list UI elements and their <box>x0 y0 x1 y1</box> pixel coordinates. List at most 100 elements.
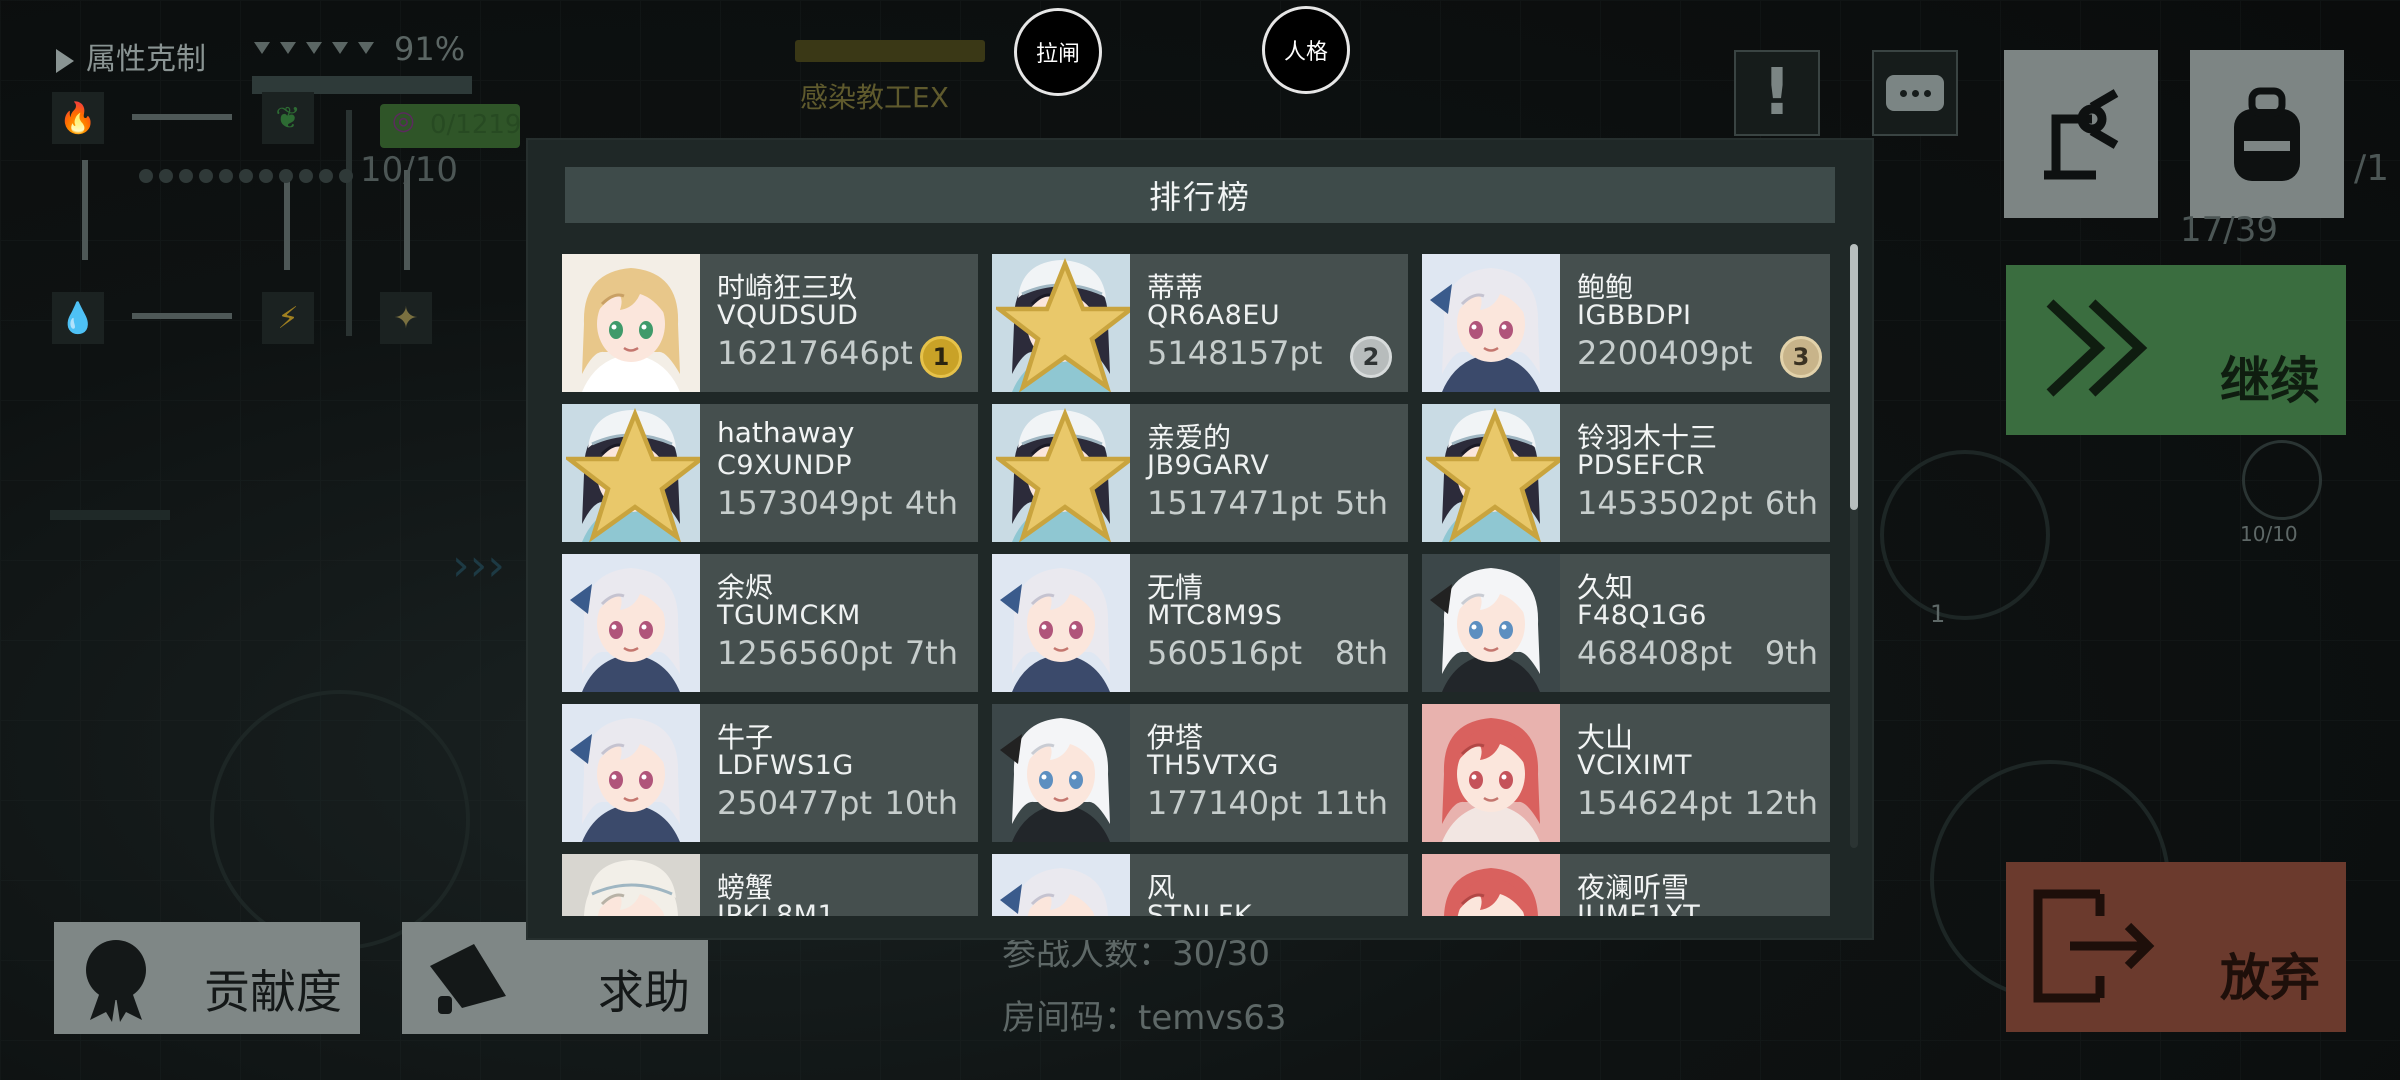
lazha-button[interactable]: 拉闸 <box>1014 8 1102 96</box>
attribute-arrows-icon <box>252 38 382 58</box>
player-avatar <box>1422 254 1560 392</box>
roomcode-value: temvs63 <box>1138 998 1287 1038</box>
player-rank: 11th <box>1314 784 1388 822</box>
mana-label: 0/1219 <box>430 110 522 140</box>
leaderboard-entry[interactable]: 风 STNLFK <box>992 854 1408 916</box>
player-points: 2200409pt <box>1577 334 1753 372</box>
leaderboard-entry[interactable]: 蒂蒂 QR6A8EU 5148157pt 2 <box>992 254 1408 392</box>
alert-button[interactable]: ! <box>1734 50 1820 136</box>
player-code: TH5VTXG <box>1147 750 1279 781</box>
rank-medal-icon: 3 <box>1780 336 1822 378</box>
chat-button[interactable] <box>1872 50 1958 136</box>
player-rank: 5th <box>1334 484 1388 522</box>
exit-icon <box>2033 889 2155 1003</box>
forward-arrows-icon: ››› <box>452 540 505 591</box>
quit-label: 放弃 <box>2220 949 2320 1007</box>
player-code: VQUDSUD <box>717 300 859 331</box>
water-icon: 💧 <box>52 292 104 344</box>
leaderboard-entry[interactable]: 亲爱的 JB9GARV 1517471pt 5th <box>992 404 1408 542</box>
joystick-ring <box>210 690 470 950</box>
rank-medal-icon: 1 <box>920 336 962 378</box>
leaderboard-entry[interactable]: 无情 MTC8M9S 560516pt 8th <box>992 554 1408 692</box>
leaderboard-entry[interactable]: hathaway C9XUNDP 1573049pt 4th <box>562 404 978 542</box>
leaderboard-entry[interactable]: 时崎狂三玖 VQUDSUD 16217646pt 1 <box>562 254 978 392</box>
scrollbar-thumb[interactable] <box>1850 244 1858 510</box>
star-badge-icon <box>996 258 1130 392</box>
player-avatar <box>562 854 700 916</box>
leaf-icon: ❦ <box>262 92 314 144</box>
stage-progress-bar <box>795 40 985 62</box>
divider-line <box>346 110 352 336</box>
facility-button[interactable] <box>2004 50 2158 218</box>
player-avatar <box>562 404 700 542</box>
player-code: VCIXIMT <box>1577 750 1693 781</box>
player-avatar <box>992 254 1130 392</box>
quit-button[interactable]: 放弃 <box>2006 862 2346 1032</box>
leaderboard-entry[interactable]: 鲍鲍 IGBBDPI 2200409pt 3 <box>1422 254 1830 392</box>
hud-counter: 1 <box>1930 600 1946 628</box>
star-badge-icon <box>1426 408 1560 542</box>
skill-ring-small <box>1880 450 2050 620</box>
player-points: 1573049pt <box>717 484 893 522</box>
player-avatar <box>992 404 1130 542</box>
sparkle-icon: ✦ <box>380 292 432 344</box>
arrow-line <box>132 114 232 120</box>
continue-label: 继续 <box>2220 352 2320 410</box>
contribution-button[interactable]: 贡献度 <box>54 922 360 1034</box>
room-code-info: 房间码：temvs63 <box>1002 990 1286 1039</box>
arrow-line <box>284 170 290 270</box>
player-code: QR6A8EU <box>1147 300 1281 331</box>
player-points: 468408pt <box>1577 634 1733 672</box>
edge-counter: /1 <box>2354 148 2390 189</box>
player-code: STNLFK <box>1147 900 1253 916</box>
player-code: IGBBDPI <box>1577 300 1692 331</box>
player-code: MTC8M9S <box>1147 600 1283 631</box>
player-avatar <box>992 704 1130 842</box>
player-rank: 8th <box>1334 634 1388 672</box>
leaderboard-entry[interactable]: 夜澜听雪 IUME1XT <box>1422 854 1830 916</box>
player-points: 1517471pt <box>1147 484 1323 522</box>
player-name: hathaway <box>717 416 855 449</box>
player-avatar <box>1422 854 1560 916</box>
leaderboard-list[interactable]: 时崎狂三玖 VQUDSUD 16217646pt 1 蒂蒂 QR6A8EU 5148157p… <box>562 254 1830 916</box>
leaderboard-entry[interactable]: 牛子 LDFWS1G 250477pt 10th <box>562 704 978 842</box>
leaderboard-entry[interactable]: 余烬 TGUMCKM 1256560pt 7th <box>562 554 978 692</box>
player-avatar <box>1422 404 1560 542</box>
player-avatar <box>992 854 1130 916</box>
participants-value: 30/30 <box>1172 934 1270 974</box>
leaderboard-entry[interactable]: 铃羽木十三 PDSEFCR 1453502pt 6th <box>1422 404 1830 542</box>
contribution-label: 贡献度 <box>204 965 342 1019</box>
player-points: 1256560pt <box>717 634 893 672</box>
help-button[interactable]: 求助 <box>402 922 708 1034</box>
player-code: PDSEFCR <box>1577 450 1705 481</box>
leaderboard-entry[interactable]: 久知 F48Q1G6 468408pt 9th <box>1422 554 1830 692</box>
backpack-button[interactable] <box>2190 50 2344 218</box>
player-rank: 12th <box>1744 784 1818 822</box>
background-bar <box>50 510 170 520</box>
continue-button[interactable]: 继续 <box>2006 265 2346 435</box>
lightning-icon: ⚡ <box>262 292 314 344</box>
arrow-line <box>132 313 232 319</box>
ribbon-badge-icon <box>86 940 146 1022</box>
leaderboard-entry[interactable]: 伊塔 TH5VTXG 177140pt 11th <box>992 704 1408 842</box>
leaderboard-title: 排行榜 <box>565 167 1835 223</box>
exclamation-icon: ! <box>1762 56 1792 130</box>
personality-button[interactable]: 人格 <box>1262 6 1350 94</box>
player-avatar <box>992 554 1130 692</box>
hud-counter: 17/39 <box>2180 210 2278 250</box>
hp-percent: 91% <box>394 30 466 68</box>
player-avatar <box>1422 704 1560 842</box>
player-rank: 4th <box>904 484 958 522</box>
player-avatar <box>562 704 700 842</box>
player-code: IUME1XT <box>1577 900 1701 916</box>
player-code: LDFWS1G <box>717 750 854 781</box>
player-code: TGUMCKM <box>717 600 861 631</box>
player-avatar <box>1422 554 1560 692</box>
stage-name: 感染教工EX <box>800 81 949 114</box>
player-rank: 7th <box>904 634 958 672</box>
attribute-counter-toggle[interactable]: 属性克制 <box>56 34 206 78</box>
leaderboard-entry[interactable]: 大山 VCIXIMT 154624pt 12th <box>1422 704 1830 842</box>
roomcode-label: 房间码： <box>1002 998 1138 1038</box>
player-rank: 9th <box>1764 634 1818 672</box>
leaderboard-entry[interactable]: 螃蟹 JPKL8M1 <box>562 854 978 916</box>
